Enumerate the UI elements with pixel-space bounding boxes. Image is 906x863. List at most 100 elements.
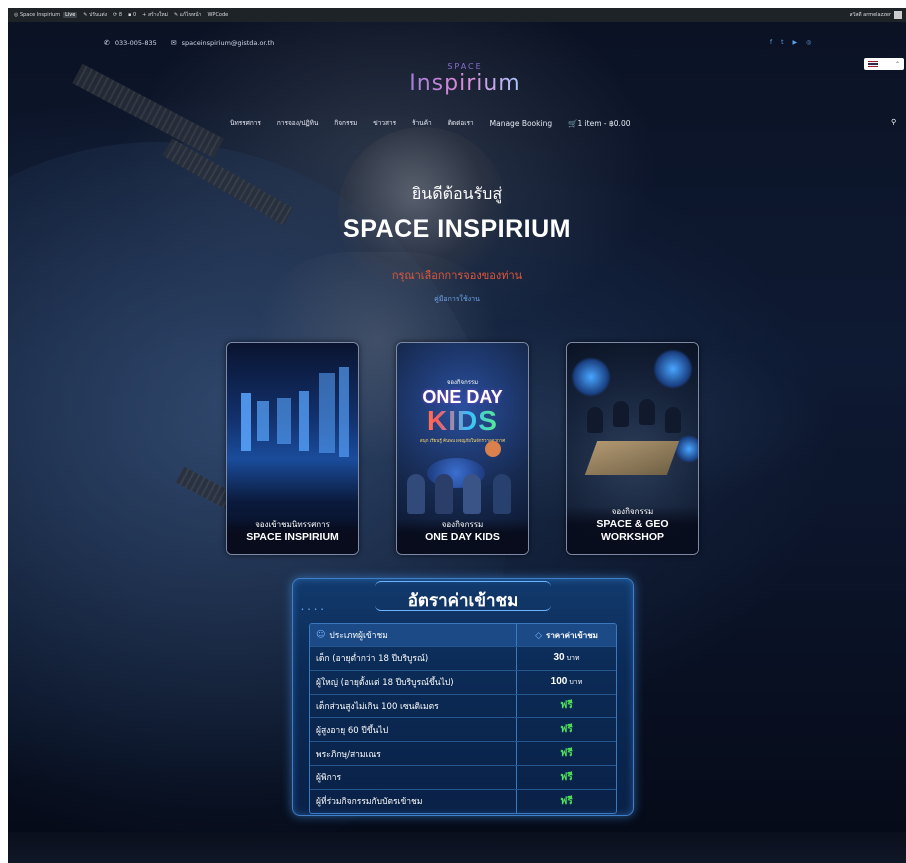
logo-inspirium-text: Inspirium bbox=[400, 71, 530, 97]
admin-wpcode[interactable]: WPCode bbox=[207, 12, 228, 18]
footer-band bbox=[8, 832, 906, 863]
instagram-icon[interactable]: ◎ bbox=[806, 39, 811, 46]
page-title: SPACE INSPIRIUM bbox=[343, 215, 571, 243]
row-price: ฟรี bbox=[560, 724, 573, 736]
admin-edit-page[interactable]: ✎ แก้ไขหน้า bbox=[174, 11, 202, 19]
table-row: พระภิกษุ/สามเณร ฟรี bbox=[310, 741, 616, 765]
nav-news[interactable]: ข่าวสาร bbox=[373, 118, 396, 128]
main-nav: นิทรรศการ การจอง/ปฏิทิน กิจกรรม ข่าวสาร … bbox=[230, 118, 646, 128]
table-row: ผู้พิการ ฟรี bbox=[310, 764, 616, 789]
chevron-up-icon: ⌃ bbox=[894, 60, 900, 68]
admin-updates[interactable]: ⟳ 8 bbox=[113, 12, 122, 18]
poster-kids: KIDS bbox=[397, 407, 528, 435]
live-badge: Live bbox=[63, 12, 78, 18]
th-flag-icon bbox=[868, 61, 878, 67]
admin-comments-count: 0 bbox=[132, 12, 137, 18]
language-switcher[interactable]: ⌃ bbox=[864, 58, 904, 70]
site-logo[interactable]: SPACE Inspirium bbox=[400, 62, 530, 108]
admin-customize[interactable]: ✎ ปรับแต่ง bbox=[83, 11, 107, 19]
admin-user-name: สวัสดี armelazzer bbox=[849, 12, 891, 18]
welcome-text: ยินดีต้อนรับสู่ bbox=[411, 184, 503, 203]
browser-viewport: ◎ Space Inspirium Live ✎ ปรับแต่ง ⟳ 8 ▪ 0… bbox=[8, 8, 906, 863]
col-price-header: ราคาค่าเข้าชม bbox=[546, 630, 598, 640]
admission-price-panel: • • • • อัตราค่าเข้าชม ☺ ประเภทผู้เข้าชม … bbox=[292, 578, 634, 816]
card-exhibition-booking[interactable]: จองเข้าชมนิทรรศการ SPACE INSPIRIUM bbox=[226, 342, 359, 555]
row-unit: บาท bbox=[569, 679, 583, 687]
table-row: เด็ก (อายุต่ำกว่า 18 ปีบริบูรณ์) 30 บาท bbox=[310, 646, 616, 670]
avatar bbox=[894, 11, 902, 19]
cart-summary: 1 item - ฿0.00 bbox=[577, 118, 631, 128]
admin-site-name: Space Inspirium bbox=[19, 12, 61, 18]
row-type: ผู้ที่ร่วมกิจกรรมกับบัตรเข้าชม bbox=[310, 789, 517, 813]
card-label-line1: จองกิจกรรม bbox=[441, 520, 484, 529]
row-price: 30 bbox=[553, 652, 565, 664]
youtube-icon[interactable]: ▶ bbox=[792, 39, 797, 46]
admin-new-label: สร้างใหม่ bbox=[147, 12, 168, 18]
card-label: จองกิจกรรม ONE DAY KIDS bbox=[397, 519, 528, 554]
user-manual-link[interactable]: คู่มือการใช้งาน bbox=[8, 294, 906, 305]
card-label-line1: จองเข้าชมนิทรรศการ bbox=[255, 520, 330, 529]
nav-exhibition[interactable]: นิทรรศการ bbox=[230, 118, 261, 128]
phone-link[interactable]: 033-005-835 bbox=[115, 39, 157, 47]
poster-tagline: สนุก เรียนรู้ ค้นพบ ผจญภัยในจักรวาลอวกาศ bbox=[419, 438, 506, 443]
admin-customize-label: ปรับแต่ง bbox=[89, 12, 108, 18]
row-type: ผู้พิการ bbox=[310, 765, 517, 789]
admin-site-link[interactable]: ◎ Space Inspirium Live bbox=[14, 12, 78, 18]
admin-edit-label: แก้ไขหน้า bbox=[179, 12, 202, 18]
nav-contact[interactable]: ติดต่อเรา bbox=[448, 118, 474, 128]
row-price: 100 bbox=[550, 676, 568, 688]
admin-user-menu[interactable]: สวัสดี armelazzer bbox=[849, 11, 902, 19]
card-label-line2: SPACE & GEO bbox=[596, 518, 669, 530]
admin-updates-count: 8 bbox=[118, 12, 122, 18]
card-label-line1: จองกิจกรรม bbox=[611, 507, 654, 516]
card-label: จองเข้าชมนิทรรศการ SPACE INSPIRIUM bbox=[227, 519, 358, 554]
card-label-line3: WORKSHOP bbox=[601, 531, 664, 543]
poster-top-label: จองกิจกรรม bbox=[446, 380, 479, 386]
admin-comments[interactable]: ▪ 0 bbox=[128, 12, 136, 18]
email-icon: ✉ bbox=[170, 39, 177, 47]
row-unit: บาท bbox=[566, 655, 580, 663]
row-type: ผู้สูงอายุ 60 ปีขึ้นไป bbox=[310, 718, 517, 742]
ticket-icon: ◇ bbox=[535, 630, 543, 641]
logo-space-text: SPACE bbox=[447, 62, 483, 71]
search-icon[interactable]: ⚲ bbox=[891, 118, 896, 126]
table-row: เด็กส่วนสูงไม่เกิน 100 เซนติเมตร ฟรี bbox=[310, 693, 616, 718]
row-type: เด็กส่วนสูงไม่เกิน 100 เซนติเมตร bbox=[310, 694, 517, 718]
card-label: จองกิจกรรม SPACE & GEO WORKSHOP bbox=[567, 506, 698, 554]
admin-new[interactable]: + สร้างใหม่ bbox=[142, 11, 168, 19]
row-price: ฟรี bbox=[560, 795, 573, 807]
row-price: ฟรี bbox=[560, 748, 573, 760]
planet-icon bbox=[485, 441, 501, 457]
table-row: ผู้ที่ร่วมกิจกรรมกับบัตรเข้าชม ฟรี bbox=[310, 788, 616, 813]
nav-booking-calendar[interactable]: การจอง/ปฏิทิน bbox=[277, 118, 318, 128]
users-icon: ☺ bbox=[316, 630, 326, 640]
table-header: ☺ ประเภทผู้เข้าชม ◇ ราคาค่าเข้าชม bbox=[310, 624, 616, 646]
wp-admin-bar: ◎ Space Inspirium Live ✎ ปรับแต่ง ⟳ 8 ▪ 0… bbox=[8, 8, 906, 22]
email-link[interactable]: spaceinspirium@gistda.or.th bbox=[182, 39, 275, 47]
facebook-icon[interactable]: f bbox=[770, 39, 772, 46]
row-type: พระภิกษุ/สามเณร bbox=[310, 742, 517, 765]
row-price: ฟรี bbox=[560, 700, 573, 712]
table-row: ผู้สูงอายุ 60 ปีขึ้นไป ฟรี bbox=[310, 717, 616, 742]
booking-prompt: กรุณาเลือกการจองของท่าน bbox=[391, 269, 523, 282]
nav-activities[interactable]: กิจกรรม bbox=[334, 118, 357, 128]
nav-manage-booking[interactable]: Manage Booking bbox=[490, 119, 552, 128]
contact-bar: ✆ 033-005-835 ✉ spaceinspirium@gistda.or… bbox=[104, 39, 274, 47]
nav-cart[interactable]: 🛒1 item - ฿0.00 bbox=[568, 119, 630, 128]
social-links: f t ▶ ◎ bbox=[770, 39, 811, 46]
phone-icon: ✆ bbox=[104, 39, 110, 47]
table-row: ผู้ใหญ่ (อายุตั้งแต่ 18 ปีบริบูรณ์ขึ้นไป… bbox=[310, 669, 616, 694]
poster-title: จองกิจกรรม ONE DAY KIDS สนุก เรียนรู้ ค้… bbox=[397, 377, 528, 444]
card-label-line2: SPACE INSPIRIUM bbox=[246, 531, 339, 543]
price-table: ☺ ประเภทผู้เข้าชม ◇ ราคาค่าเข้าชม เด็ก (อา… bbox=[309, 623, 617, 814]
card-label-line2: ONE DAY KIDS bbox=[425, 531, 500, 543]
row-type: เด็ก (อายุต่ำกว่า 18 ปีบริบูรณ์) bbox=[310, 647, 517, 670]
row-type: ผู้ใหญ่ (อายุตั้งแต่ 18 ปีบริบูรณ์ขึ้นไป… bbox=[310, 670, 517, 694]
card-space-geo-workshop[interactable]: จองกิจกรรม SPACE & GEO WORKSHOP bbox=[566, 342, 699, 555]
price-title: อัตราค่าเข้าชม bbox=[407, 591, 519, 611]
nav-shop[interactable]: ร้านค้า bbox=[412, 118, 432, 128]
row-price: ฟรี bbox=[560, 771, 573, 783]
card-one-day-kids[interactable]: จองกิจกรรม ONE DAY KIDS สนุก เรียนรู้ ค้… bbox=[396, 342, 529, 555]
twitter-icon[interactable]: t bbox=[781, 39, 783, 46]
poster-one-day: ONE DAY bbox=[422, 387, 503, 407]
